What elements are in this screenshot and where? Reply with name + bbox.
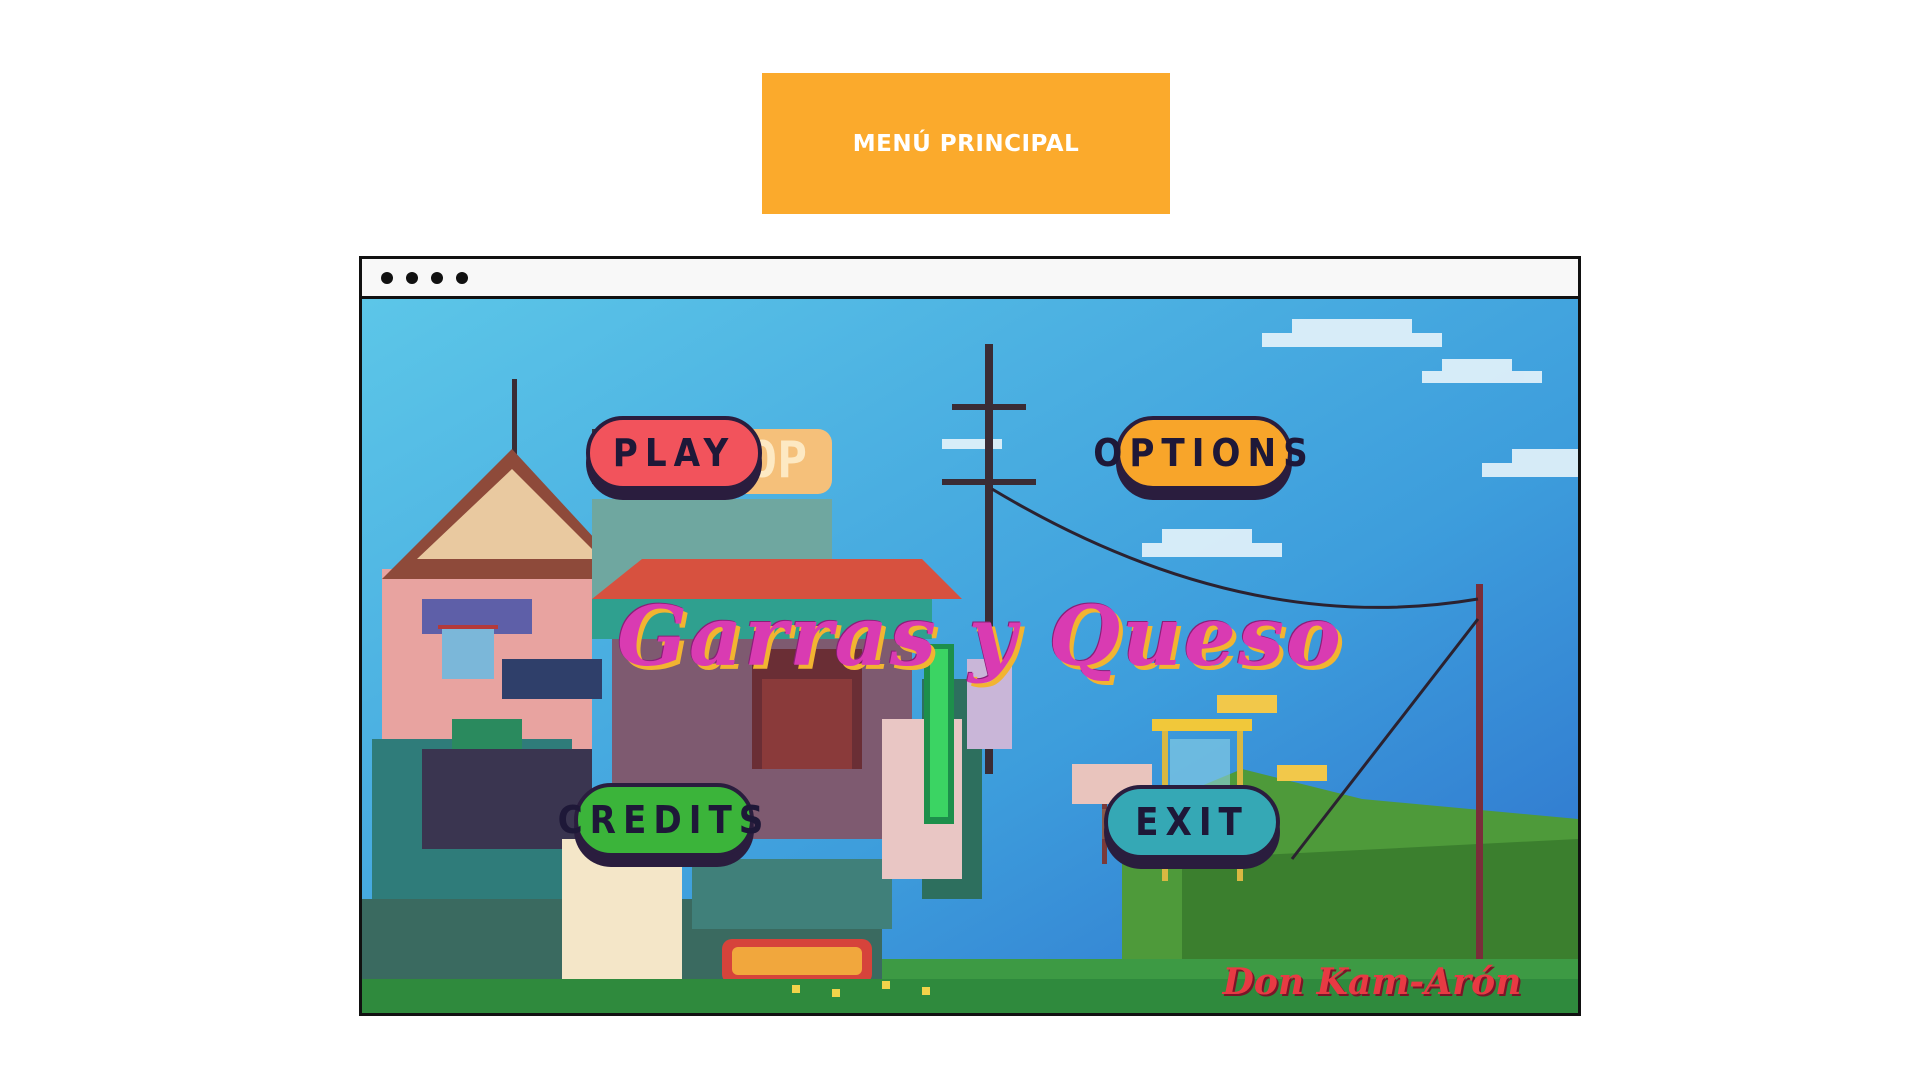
options-button[interactable]: OPTIONS: [1093, 416, 1308, 490]
credits-button[interactable]: CREDITS: [558, 783, 763, 857]
play-button[interactable]: PLAY: [586, 416, 762, 490]
author-credit: Don Kam-Arón: [1222, 961, 1522, 1003]
window-dot-icon: [456, 272, 468, 284]
main-menu-label: MENÚ PRINCIPAL: [852, 130, 1080, 157]
window-dot-icon: [431, 272, 443, 284]
main-menu-banner: MENÚ PRINCIPAL: [762, 73, 1170, 214]
window-dot-icon: [406, 272, 418, 284]
game-background-scene: SHOP: [362, 299, 1578, 1013]
game-title: Garras y Queso: [617, 589, 1343, 685]
window-titlebar: [362, 259, 1578, 299]
window-dot-icon: [381, 272, 393, 284]
game-window: SHOP: [359, 256, 1581, 1016]
exit-button[interactable]: EXIT: [1104, 785, 1280, 859]
